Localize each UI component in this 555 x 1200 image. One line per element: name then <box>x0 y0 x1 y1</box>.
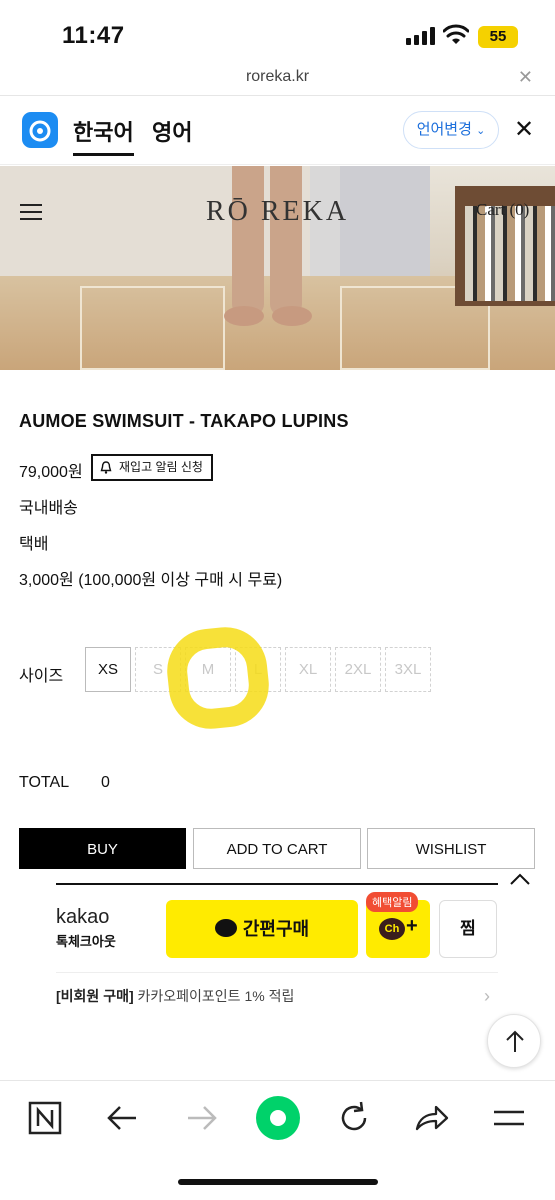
status-time: 11:47 <box>62 22 125 49</box>
wishlist-button[interactable]: WISHLIST <box>367 828 535 869</box>
back-arrow-icon[interactable] <box>100 1095 146 1141</box>
share-icon[interactable] <box>408 1095 454 1141</box>
chevron-up-icon[interactable] <box>508 872 532 886</box>
shipping-method: 택배 <box>19 536 49 553</box>
arrow-up-icon <box>506 1030 524 1052</box>
n-home-icon[interactable] <box>22 1095 68 1141</box>
kakao-separator <box>56 972 498 973</box>
total-value: 0 <box>101 774 110 791</box>
restock-alert-label: 재입고 알림 신청 <box>119 460 203 474</box>
chevron-down-icon: ⌄ <box>476 125 486 137</box>
size-option-2xl[interactable]: 2XL <box>335 647 381 692</box>
kakao-point-info[interactable]: [비회원 구매] 카카오페이포인트 1% 적립 <box>56 986 294 1006</box>
change-language-button[interactable]: 언어변경 ⌄ <box>403 111 499 149</box>
non-member-label: [비회원 구매] <box>56 988 134 1004</box>
status-bar: 11:47 55 <box>0 0 555 62</box>
highlight-circle-annotation <box>163 623 273 733</box>
kakao-quick-buy-label: 간편구매 <box>242 919 310 939</box>
add-to-cart-button[interactable]: ADD TO CART <box>193 828 361 869</box>
shipping-fee: 3,000원 (100,000원 이상 구매 시 무료) <box>19 572 283 589</box>
product-title: AUMOE SWIMSUIT - TAKAPO LUPINS <box>19 411 349 431</box>
translation-bar: 한국어 영어 언어변경 ⌄ ✕ <box>0 97 555 165</box>
close-translation-button[interactable]: ✕ <box>514 115 534 144</box>
browser-toolbar <box>0 1080 555 1200</box>
kakao-talk-checkout-label: 톡체크아웃 <box>56 934 116 949</box>
scroll-to-top-button[interactable] <box>487 1014 541 1068</box>
menu-icon[interactable] <box>486 1095 532 1141</box>
product-price: 79,000원 <box>19 464 83 481</box>
site-logo[interactable]: RŌ REKA <box>0 196 555 228</box>
bell-icon <box>100 461 112 474</box>
tab-language-english[interactable]: 영어 <box>152 115 192 147</box>
plus-icon: + <box>406 915 418 937</box>
change-language-label: 언어변경 <box>416 121 472 138</box>
papago-icon[interactable] <box>22 112 58 148</box>
kakao-quick-buy-button[interactable]: 간편구매 <box>166 900 358 958</box>
total-label: TOTAL <box>19 774 70 791</box>
home-indicator <box>178 1179 378 1185</box>
size-option-xl[interactable]: XL <box>285 647 331 692</box>
wifi-icon <box>443 24 469 44</box>
kakao-point-text: 카카오페이포인트 1% 적립 <box>133 988 295 1004</box>
forward-arrow-icon[interactable] <box>178 1095 224 1141</box>
green-dot-icon[interactable] <box>254 1094 302 1142</box>
chevron-right-icon[interactable]: › <box>484 986 490 1007</box>
close-icon[interactable]: ✕ <box>518 67 533 88</box>
battery-icon: 55 <box>478 26 518 48</box>
tab-language-korean[interactable]: 한국어 <box>73 115 134 156</box>
size-option-3xl[interactable]: 3XL <box>385 647 431 692</box>
url-text[interactable]: roreka.kr <box>0 68 555 86</box>
size-label: 사이즈 <box>19 668 64 685</box>
refresh-icon[interactable] <box>331 1095 377 1141</box>
kakao-channel-icon: Ch <box>379 918 405 940</box>
size-option-xs[interactable]: XS <box>85 647 131 692</box>
shipping-region: 국내배송 <box>19 500 78 517</box>
benefit-alert-badge: 혜택알림 <box>366 892 419 912</box>
kakao-divider <box>56 883 498 885</box>
hero-banner: RŌ REKA Cart (0) <box>0 166 555 370</box>
kakao-zzim-button[interactable]: 찜 <box>439 900 497 958</box>
cart-link[interactable]: Cart (0) <box>476 200 529 220</box>
kakao-logo: kakao <box>56 906 110 928</box>
restock-alert-button[interactable]: 재입고 알림 신청 <box>91 454 213 481</box>
buy-button[interactable]: BUY <box>19 828 186 869</box>
url-bar[interactable]: roreka.kr ✕ <box>0 62 555 96</box>
signal-icon <box>406 27 436 45</box>
speech-bubble-icon <box>214 919 237 938</box>
